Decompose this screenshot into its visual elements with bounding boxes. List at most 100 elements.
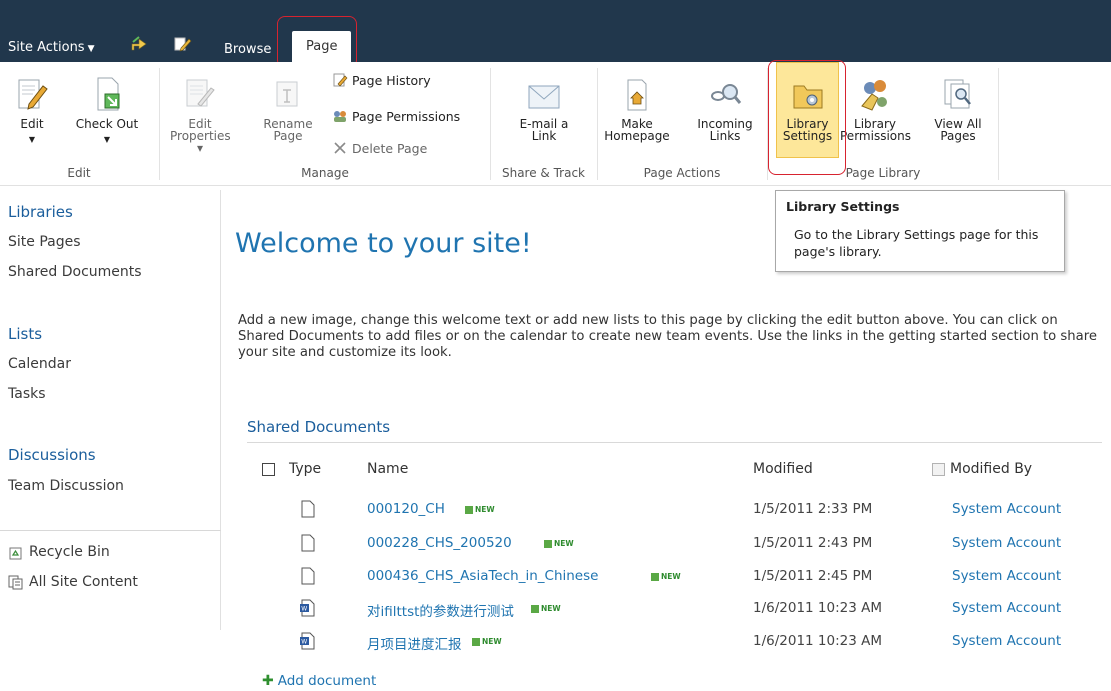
word-document-icon: W xyxy=(300,632,315,650)
view-all-pages-button[interactable]: View All Pages xyxy=(928,76,988,142)
email-icon xyxy=(528,85,560,109)
ribbon-separator xyxy=(998,68,999,180)
select-all-checkbox[interactable] xyxy=(262,463,275,476)
page-title: Welcome to your site! xyxy=(235,228,532,259)
column-name[interactable]: Name xyxy=(367,461,408,477)
check-out-button[interactable]: Check Out ▼ xyxy=(74,76,140,146)
add-document-link[interactable]: ✚ Add document xyxy=(262,673,376,689)
site-actions-label: Site Actions xyxy=(8,40,85,55)
svg-text:W: W xyxy=(301,639,307,646)
modified-date: 1/6/2011 10:23 AM xyxy=(753,633,883,649)
page-tab-highlight xyxy=(277,16,357,68)
modified-date: 1/5/2011 2:45 PM xyxy=(753,568,873,584)
nav-item-shared-documents[interactable]: Shared Documents xyxy=(8,264,142,280)
column-type[interactable]: Type xyxy=(289,461,321,477)
nav-header-lists[interactable]: Lists xyxy=(8,325,42,343)
word-document-icon: W xyxy=(300,599,315,617)
column-modified-by[interactable]: Modified By xyxy=(950,461,1032,477)
document-link[interactable]: 000436_CHS_AsiaTech_in_Chinese xyxy=(367,568,598,584)
edit-properties-icon xyxy=(186,79,215,107)
column-modified[interactable]: Modified xyxy=(753,461,813,477)
library-settings-tooltip: Library Settings Go to the Library Setti… xyxy=(775,190,1065,272)
make-homepage-button[interactable]: Make Homepage xyxy=(604,76,670,142)
edit-properties-label-2: Properties ▾ xyxy=(170,129,231,155)
modified-by-link[interactable]: System Account xyxy=(952,633,1061,649)
modified-date: 1/6/2011 10:23 AM xyxy=(753,600,883,616)
view-all-pages-label-2: Pages xyxy=(940,129,976,143)
document-link[interactable]: 000120_CH xyxy=(367,501,445,517)
nav-item-tasks[interactable]: Tasks xyxy=(8,386,46,402)
document-icon xyxy=(301,500,315,518)
page-permissions-button[interactable]: Page Permissions xyxy=(332,108,460,124)
edit-label: Edit xyxy=(20,117,44,131)
new-badge-label: NEW xyxy=(475,505,495,514)
modified-by-link[interactable]: System Account xyxy=(952,501,1061,517)
svg-text:W: W xyxy=(301,606,307,613)
chevron-down-icon: ▼ xyxy=(28,135,36,144)
rename-label-2: Page xyxy=(273,129,303,143)
tab-browse-label: Browse xyxy=(224,42,272,57)
view-all-pages-icon xyxy=(944,79,971,109)
page-permissions-icon xyxy=(334,111,346,122)
ribbon-separator xyxy=(597,68,598,180)
delete-page-button[interactable]: Delete Page xyxy=(332,140,427,156)
shared-documents-title[interactable]: Shared Documents xyxy=(247,418,390,436)
check-out-label: Check Out xyxy=(75,117,139,131)
modified-by-link[interactable]: System Account xyxy=(952,535,1061,551)
email-link-button[interactable]: E-mail a Link xyxy=(512,76,576,142)
document-link[interactable]: 月项目进度汇报 xyxy=(367,633,462,653)
nav-divider xyxy=(0,530,221,531)
nav-item-team-discussion[interactable]: Team Discussion xyxy=(8,478,124,494)
modified-by-link[interactable]: System Account xyxy=(952,568,1061,584)
library-permissions-label-2: Permissions xyxy=(840,129,911,143)
incoming-links-icon xyxy=(711,84,742,104)
top-bar: Site Actions ▼ Browse Page xyxy=(0,0,1111,62)
all-site-content-link[interactable]: All Site Content xyxy=(8,574,138,590)
nav-item-site-pages[interactable]: Site Pages xyxy=(8,234,81,250)
edit-properties-label-2-text: Properties xyxy=(170,129,231,143)
recycle-bin-label: Recycle Bin xyxy=(29,544,110,560)
new-badge-label: NEW xyxy=(482,637,502,646)
rename-page-icon xyxy=(276,81,298,107)
nav-header-discussions[interactable]: Discussions xyxy=(8,446,96,464)
tooltip-title: Library Settings xyxy=(786,199,900,214)
home-icon xyxy=(627,79,647,111)
page-history-label: Page History xyxy=(352,72,431,88)
edit-properties-button[interactable]: Edit Properties ▾ xyxy=(170,76,231,155)
chevron-down-icon: ▼ xyxy=(103,135,111,144)
tab-browse[interactable]: Browse xyxy=(214,36,281,64)
edit-button[interactable]: Edit ▼ xyxy=(8,76,56,146)
ribbon-separator xyxy=(159,68,160,180)
modified-date: 1/5/2011 2:33 PM xyxy=(753,501,873,517)
new-badge: NEW xyxy=(472,637,502,646)
new-badge: NEW xyxy=(651,572,681,581)
document-link[interactable]: 对ifilttst的参数进行测试 xyxy=(367,600,514,620)
incoming-links-button[interactable]: Incoming Links xyxy=(690,76,760,142)
navigate-up-icon[interactable] xyxy=(130,36,148,52)
chevron-down-icon: ▼ xyxy=(87,44,95,54)
all-site-content-icon xyxy=(8,575,23,589)
new-badge: NEW xyxy=(544,539,574,548)
modified-by-link[interactable]: System Account xyxy=(952,600,1061,616)
new-badge-label: NEW xyxy=(541,604,561,613)
shared-documents-divider xyxy=(247,442,1102,443)
modified-by-checkbox[interactable] xyxy=(932,463,945,476)
document-link[interactable]: 000228_CHS_200520 xyxy=(367,535,512,551)
nav-header-libraries[interactable]: Libraries xyxy=(8,203,73,221)
page-history-icon xyxy=(333,73,348,87)
nav-item-calendar[interactable]: Calendar xyxy=(8,356,71,372)
recycle-bin-link[interactable]: Recycle Bin xyxy=(8,544,110,560)
edit-page-icon[interactable] xyxy=(174,36,192,52)
delete-page-label: Delete Page xyxy=(352,140,428,156)
library-permissions-button[interactable]: Library Permissions xyxy=(840,76,911,143)
email-label-2: Link xyxy=(531,129,557,143)
share-group-label: Share & Track xyxy=(501,166,585,180)
incoming-links-label-2: Links xyxy=(709,129,741,143)
library-settings-highlight xyxy=(768,60,846,175)
modified-date: 1/5/2011 2:43 PM xyxy=(753,535,873,551)
rename-page-button[interactable]: Rename Page xyxy=(258,76,318,142)
page-permissions-label: Page Permissions xyxy=(352,108,461,124)
page-history-button[interactable]: Page History xyxy=(332,72,431,88)
site-actions-menu[interactable]: Site Actions ▼ xyxy=(8,40,95,55)
intro-text: Add a new image, change this welcome tex… xyxy=(238,313,1097,360)
